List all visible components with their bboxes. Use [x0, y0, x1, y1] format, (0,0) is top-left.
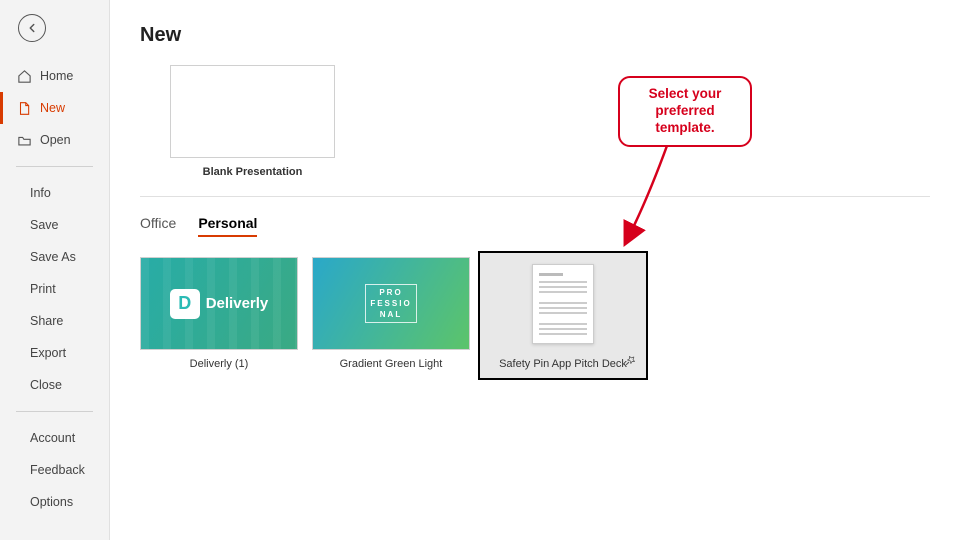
nav-share[interactable]: Share — [0, 305, 109, 337]
template-deliverly[interactable]: D Deliverly Deliverly (1) — [140, 257, 298, 380]
template-thumb: D Deliverly — [140, 257, 298, 350]
nav-save-as[interactable]: Save As — [0, 241, 109, 273]
blank-presentation-label: Blank Presentation — [170, 166, 335, 178]
gradient-green-preview: PRO FESSIO NAL — [313, 258, 469, 349]
tab-personal[interactable]: Personal — [198, 215, 257, 237]
main-panel: New Blank Presentation Office Personal D… — [110, 0, 960, 540]
gradient-green-text: PRO FESSIO NAL — [365, 284, 416, 324]
nav-print[interactable]: Print — [0, 273, 109, 305]
template-safety-pin-selected[interactable]: Safety Pin App Pitch Deck — [478, 251, 648, 380]
template-thumb: PRO FESSIO NAL — [312, 257, 470, 350]
divider — [16, 166, 93, 167]
divider — [140, 196, 930, 197]
nav-account[interactable]: Account — [0, 422, 109, 454]
nav-info[interactable]: Info — [0, 177, 109, 209]
deliverly-logo: D — [170, 289, 200, 319]
nav-close[interactable]: Close — [0, 369, 109, 401]
nav-label: Open — [40, 133, 71, 147]
template-thumb — [484, 257, 642, 350]
home-icon — [16, 68, 32, 84]
nav-export[interactable]: Export — [0, 337, 109, 369]
arrow-left-icon — [25, 21, 39, 35]
nav-save[interactable]: Save — [0, 209, 109, 241]
nav-new[interactable]: New — [0, 92, 109, 124]
template-gradient-green[interactable]: PRO FESSIO NAL Gradient Green Light — [312, 257, 470, 380]
nav-label: New — [40, 101, 65, 115]
tab-office[interactable]: Office — [140, 215, 176, 237]
new-file-icon — [16, 100, 32, 116]
annotation-text: Select your preferred template. — [628, 86, 742, 137]
template-label: Deliverly (1) — [190, 358, 249, 370]
pin-icon[interactable] — [624, 353, 638, 372]
deliverly-logo-text: Deliverly — [206, 295, 269, 312]
divider — [16, 411, 93, 412]
template-label: Gradient Green Light — [340, 358, 443, 370]
annotation-callout: Select your preferred template. — [618, 76, 752, 147]
blank-presentation-thumb[interactable] — [170, 65, 335, 158]
template-label: Safety Pin App Pitch Deck — [499, 358, 627, 370]
nav-options[interactable]: Options — [0, 486, 109, 518]
nav-feedback[interactable]: Feedback — [0, 454, 109, 486]
deliverly-preview: D Deliverly — [141, 258, 297, 349]
backstage-sidebar: Home New Open Info Save Save As Print Sh… — [0, 0, 110, 540]
back-button[interactable] — [18, 14, 46, 42]
page-title: New — [140, 24, 930, 47]
document-preview — [532, 264, 594, 344]
nav-home[interactable]: Home — [0, 60, 109, 92]
nav-open[interactable]: Open — [0, 124, 109, 156]
folder-open-icon — [16, 132, 32, 148]
nav-label: Home — [40, 69, 73, 83]
template-tabs: Office Personal — [140, 215, 930, 237]
template-row: D Deliverly Deliverly (1) PRO FESSIO NAL… — [140, 257, 930, 380]
blank-presentation-block: Blank Presentation — [170, 65, 930, 178]
